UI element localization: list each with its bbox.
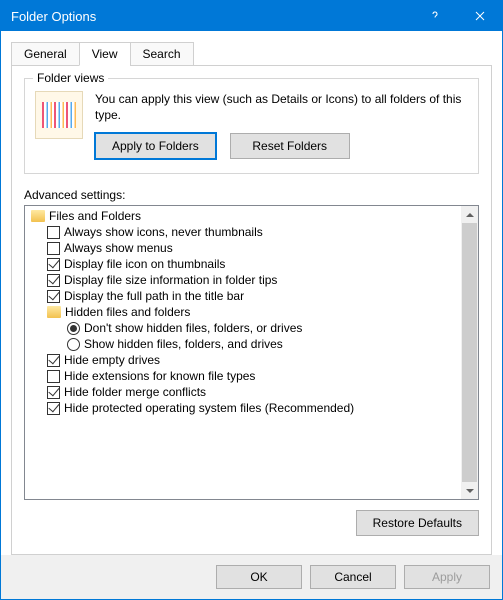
folder-options-window: Folder Options General View Search Folde…: [0, 0, 503, 600]
chevron-up-icon: [466, 213, 474, 217]
tree-item-label: Hide protected operating system files (R…: [64, 401, 354, 415]
tree-item[interactable]: Hide folder merge conflicts: [27, 384, 459, 400]
tree-item[interactable]: Don't show hidden files, folders, or dri…: [27, 320, 459, 336]
checkbox-input[interactable]: [47, 274, 60, 287]
tree-root-label: Files and Folders: [49, 209, 141, 223]
tree-root-files-folders[interactable]: Files and Folders: [27, 208, 459, 224]
apply-to-folders-button[interactable]: Apply to Folders: [95, 133, 216, 159]
tree-item[interactable]: Display file size information in folder …: [27, 272, 459, 288]
radio-input[interactable]: [67, 338, 80, 351]
checkbox-input[interactable]: [47, 354, 60, 367]
apply-button[interactable]: Apply: [404, 565, 490, 589]
checkbox-input[interactable]: [47, 226, 60, 239]
checkbox-input[interactable]: [47, 290, 60, 303]
vertical-scrollbar[interactable]: [461, 206, 478, 499]
tree-item-label: Always show icons, never thumbnails: [64, 225, 263, 239]
folder-icon: [47, 306, 61, 318]
tree-item-label: Don't show hidden files, folders, or dri…: [84, 321, 302, 335]
restore-defaults-button[interactable]: Restore Defaults: [356, 510, 479, 536]
tree-item[interactable]: Always show menus: [27, 240, 459, 256]
help-button[interactable]: [412, 1, 457, 31]
tree-item-label: Display file size information in folder …: [64, 273, 277, 287]
tree-item-label: Display the full path in the title bar: [64, 289, 244, 303]
folder-views-group: Folder views You can apply this view (su…: [24, 78, 479, 174]
tree-item-label: Hide extensions for known file types: [64, 369, 255, 383]
advanced-settings-tree[interactable]: Files and Folders Always show icons, nev…: [25, 206, 461, 499]
tree-item-label: Hide empty drives: [64, 353, 160, 367]
scroll-up-button[interactable]: [461, 206, 478, 223]
tab-search[interactable]: Search: [130, 42, 194, 66]
ok-button[interactable]: OK: [216, 565, 302, 589]
close-icon: [475, 11, 485, 21]
tree-group-label: Hidden files and folders: [65, 305, 190, 319]
tree-item[interactable]: Display file icon on thumbnails: [27, 256, 459, 272]
checkbox-input[interactable]: [47, 242, 60, 255]
tab-general[interactable]: General: [11, 42, 80, 66]
titlebar: Folder Options: [1, 1, 502, 31]
checkbox-input[interactable]: [47, 370, 60, 383]
folder-views-legend: Folder views: [33, 71, 108, 85]
tab-panel-view: Folder views You can apply this view (su…: [11, 65, 492, 555]
tree-item-label: Hide folder merge conflicts: [64, 385, 206, 399]
folder-views-desc: You can apply this view (such as Details…: [95, 91, 468, 123]
checkbox-input[interactable]: [47, 386, 60, 399]
advanced-settings-label: Advanced settings:: [24, 188, 479, 202]
tree-item[interactable]: Show hidden files, folders, and drives: [27, 336, 459, 352]
scroll-thumb[interactable]: [462, 223, 477, 482]
radio-input[interactable]: [67, 322, 80, 335]
tree-item[interactable]: Hide extensions for known file types: [27, 368, 459, 384]
checkbox-input[interactable]: [47, 258, 60, 271]
tree-item[interactable]: Hide protected operating system files (R…: [27, 400, 459, 416]
tree-item-label: Show hidden files, folders, and drives: [84, 337, 283, 351]
close-button[interactable]: [457, 1, 502, 31]
tab-strip: General View Search: [11, 42, 492, 66]
tree-item[interactable]: Display the full path in the title bar: [27, 288, 459, 304]
cancel-button[interactable]: Cancel: [310, 565, 396, 589]
help-icon: [430, 11, 440, 21]
chevron-down-icon: [466, 489, 474, 493]
folder-icon: [31, 210, 45, 222]
window-title: Folder Options: [11, 9, 412, 24]
dialog-body: General View Search Folder views You can…: [1, 31, 502, 555]
tree-item[interactable]: Always show icons, never thumbnails: [27, 224, 459, 240]
tree-group-hidden[interactable]: Hidden files and folders: [27, 304, 459, 320]
folder-views-icon: [35, 91, 83, 139]
advanced-settings-box: Files and Folders Always show icons, nev…: [24, 205, 479, 500]
reset-folders-button[interactable]: Reset Folders: [230, 133, 350, 159]
checkbox-input[interactable]: [47, 402, 60, 415]
tree-item-label: Always show menus: [64, 241, 173, 255]
scroll-down-button[interactable]: [461, 482, 478, 499]
dialog-footer: OK Cancel Apply: [1, 555, 502, 599]
tree-item-label: Display file icon on thumbnails: [64, 257, 225, 271]
tree-item[interactable]: Hide empty drives: [27, 352, 459, 368]
tab-view[interactable]: View: [79, 42, 131, 66]
